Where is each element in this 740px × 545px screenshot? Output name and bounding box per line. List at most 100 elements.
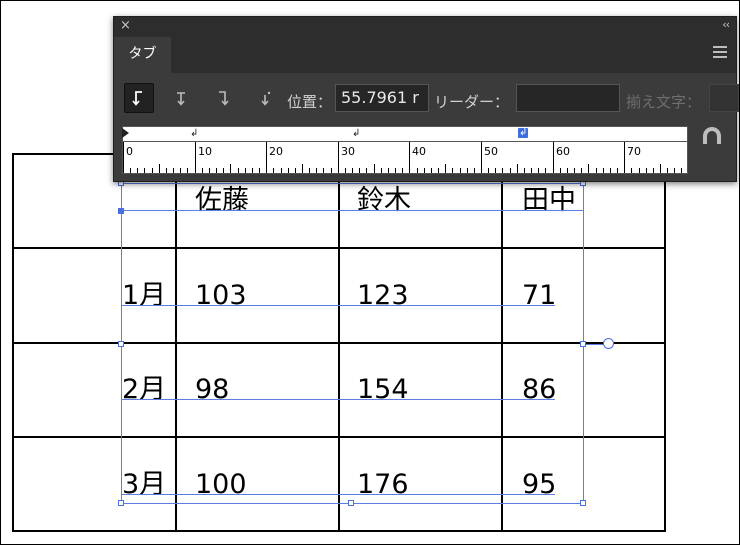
align-on-field[interactable] — [709, 84, 739, 112]
table-line — [12, 153, 115, 155]
ruler-tick — [502, 168, 503, 173]
ruler-tick — [338, 142, 339, 173]
ruler-tick — [596, 168, 597, 173]
ruler-tick — [603, 168, 604, 173]
ruler-tick — [639, 168, 640, 173]
center-justified-tab-icon — [177, 92, 185, 106]
right-justified-tab-icon — [219, 91, 229, 106]
left-justified-tab-button[interactable] — [124, 83, 154, 113]
ruler-tick — [166, 168, 167, 173]
ruler-tick — [653, 168, 654, 173]
resize-handle[interactable] — [118, 341, 124, 347]
ruler-tick — [374, 164, 375, 173]
ruler-tick — [467, 168, 468, 173]
panel-tab-row: タブ — [114, 35, 736, 73]
tab-ruler[interactable]: 0 10 20 30 40 50 60 70 — [122, 141, 688, 174]
ruler-tick — [567, 168, 568, 173]
panel-menu-icon[interactable] — [713, 46, 727, 58]
close-icon[interactable]: × — [120, 18, 131, 33]
ruler-number: 60 — [556, 145, 570, 158]
tab-tabs[interactable]: タブ — [114, 37, 171, 73]
ruler-tick — [510, 168, 511, 173]
ruler-tick — [424, 168, 425, 173]
ruler-tick — [152, 168, 153, 173]
resize-handle[interactable] — [348, 500, 354, 506]
text-baseline — [121, 210, 584, 211]
panel-title-bar[interactable]: × ‹‹ — [114, 17, 736, 35]
ruler-tick — [288, 168, 289, 173]
ruler-tick — [366, 168, 367, 173]
ruler-tick — [481, 142, 482, 173]
ruler-tick — [574, 168, 575, 173]
ruler-tick — [395, 168, 396, 173]
ruler-tick — [402, 168, 403, 173]
ruler-tick — [173, 168, 174, 173]
ruler-tick — [323, 168, 324, 173]
tab-stop-strip[interactable]: ↲ ↲ ↲ — [122, 126, 688, 142]
ruler-tick — [230, 164, 231, 173]
ruler-tick — [223, 168, 224, 173]
ruler-tick — [460, 168, 461, 173]
resize-handle[interactable] — [118, 500, 124, 506]
ruler-tick — [588, 164, 589, 173]
ruler-tick — [209, 168, 210, 173]
decimal-justified-tab-button[interactable] — [250, 83, 280, 113]
ruler-tick — [331, 168, 332, 173]
leader-label: リーダー： — [434, 93, 510, 111]
tab-stop-marker-selected[interactable]: ↲ — [518, 128, 529, 138]
ruler-tick — [438, 168, 439, 173]
ruler-tick — [495, 168, 496, 173]
ruler-tick — [660, 164, 661, 173]
ruler-tick — [281, 168, 282, 173]
ruler-tick — [545, 168, 546, 173]
ruler-tick — [553, 142, 554, 173]
position-field[interactable]: 55.7961 r — [335, 84, 429, 112]
leader-field[interactable] — [516, 84, 620, 112]
ruler-tick — [674, 168, 675, 173]
out-port-circle[interactable] — [603, 338, 614, 349]
tab-stop-marker[interactable]: ↲ — [352, 129, 360, 139]
ruler-tick — [538, 168, 539, 173]
selection-border — [121, 183, 584, 184]
ruler-number: 20 — [269, 145, 283, 158]
ruler-number: 40 — [412, 145, 426, 158]
ruler-tick — [187, 168, 188, 173]
text-baseline — [121, 305, 555, 306]
in-port-handle[interactable] — [118, 208, 124, 214]
ruler-tick — [316, 168, 317, 173]
ruler-tick — [345, 168, 346, 173]
ruler-number: 70 — [627, 145, 641, 158]
out-port-connector — [586, 344, 604, 345]
ruler-tick — [123, 142, 124, 173]
ruler-tick — [144, 168, 145, 173]
ruler-tick — [245, 168, 246, 173]
resize-handle[interactable] — [580, 500, 586, 506]
ruler-tick — [309, 168, 310, 173]
ruler-tick — [610, 168, 611, 173]
collapse-panel-icon[interactable]: ‹‹ — [722, 18, 730, 31]
text-baseline — [121, 399, 555, 400]
text-baseline — [121, 494, 555, 495]
left-justified-tab-icon — [132, 91, 142, 106]
ruler-tick — [216, 168, 217, 173]
indent-marker-icon[interactable] — [122, 128, 130, 138]
ruler-tick — [409, 142, 410, 173]
table-line — [501, 180, 503, 532]
right-justified-tab-button[interactable] — [208, 83, 238, 113]
ruler-number: 0 — [126, 145, 133, 158]
ruler-tick — [631, 168, 632, 173]
ruler-tick — [273, 168, 274, 173]
center-justified-tab-button[interactable] — [166, 83, 196, 113]
ruler-tick — [266, 142, 267, 173]
snap-above-frame-icon[interactable] — [702, 127, 722, 145]
ruler-tick — [381, 168, 382, 173]
ruler-tick — [359, 168, 360, 173]
ruler-tick — [238, 168, 239, 173]
ruler-tick — [252, 168, 253, 173]
ruler-tick — [259, 168, 260, 173]
table-line — [664, 180, 666, 532]
table-line — [175, 180, 177, 532]
tab-stop-marker[interactable]: ↲ — [190, 129, 198, 139]
ruler-tick — [202, 168, 203, 173]
table-line — [338, 180, 340, 532]
